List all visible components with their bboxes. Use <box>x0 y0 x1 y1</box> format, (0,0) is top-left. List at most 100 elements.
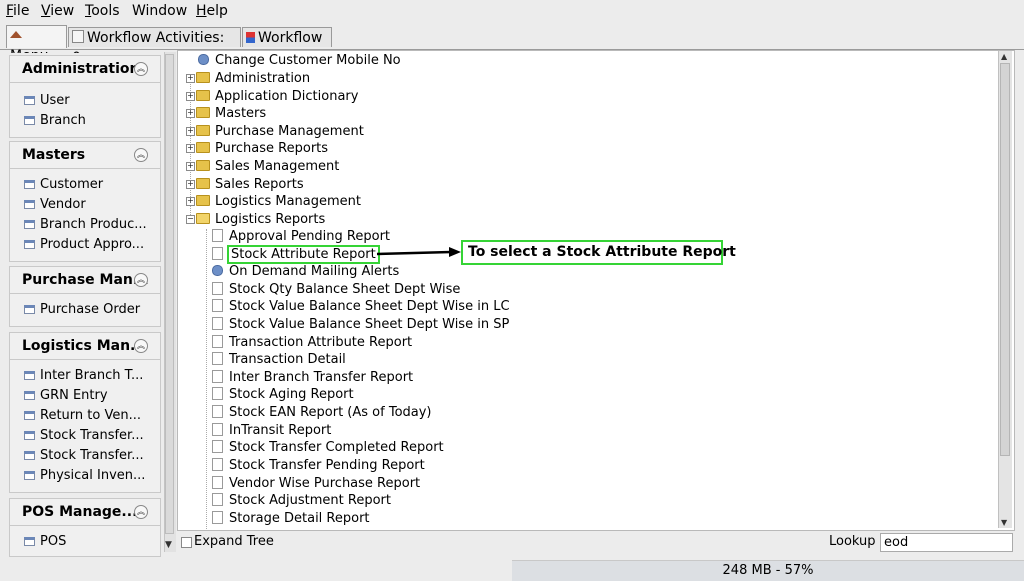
memory-status: 248 MB - 57% <box>512 560 1024 581</box>
tree-folder-masters[interactable]: Masters <box>196 105 266 122</box>
menu-file[interactable]: File <box>6 3 29 19</box>
document-icon <box>212 440 223 453</box>
chevron-down-icon[interactable]: ▼ <box>1001 518 1007 527</box>
document-icon <box>212 387 223 400</box>
document-icon <box>212 511 223 524</box>
tree-node-stock-transfer-pending[interactable]: Stock Transfer Pending Report <box>212 457 425 474</box>
folder-icon <box>196 72 210 83</box>
tree-node-stock-adjustment-report[interactable]: Stock Adjustment Report <box>212 492 391 509</box>
sidebar: Administration ︽ User Branch Masters ︽ Cus… <box>9 53 161 557</box>
lookup-label: Lookup <box>829 534 876 549</box>
tab-workflow-activities[interactable]: Workflow Activities: 0 <box>68 27 241 66</box>
collapse-icon[interactable]: ︽ <box>134 62 148 76</box>
expand-icon[interactable]: + <box>186 109 195 118</box>
document-icon <box>212 247 223 260</box>
expand-icon[interactable]: + <box>186 180 195 189</box>
tree-node-stock-aging-report[interactable]: Stock Aging Report <box>212 386 354 403</box>
sidebar-item-pos[interactable]: POS <box>10 532 160 552</box>
scrollbar-thumb[interactable] <box>165 54 174 534</box>
expand-icon[interactable]: + <box>186 162 195 171</box>
document-icon <box>212 458 223 471</box>
window-icon <box>24 96 35 105</box>
collapse-icon[interactable]: ︽ <box>134 148 148 162</box>
sidebar-section-masters: Masters ︽ Customer Vendor Branch Produc..… <box>9 141 161 262</box>
window-icon <box>24 371 35 380</box>
collapse-icon[interactable]: ︽ <box>134 339 148 353</box>
tree-node-stock-attribute-report[interactable]: Stock Attribute Report <box>212 245 380 264</box>
tree-folder-logistics-reports[interactable]: Logistics Reports <box>196 211 325 228</box>
sidebar-item-grn-entry[interactable]: GRN Entry <box>10 386 160 406</box>
sidebar-item-branch[interactable]: Branch <box>10 111 160 131</box>
tree-node-inter-branch-transfer-report[interactable]: Inter Branch Transfer Report <box>212 369 413 386</box>
tab-bar: Menu Workflow Activities: 0 Workflow <box>0 25 1024 66</box>
expand-icon[interactable]: + <box>186 127 195 136</box>
tree-node-stock-value-balance-lc[interactable]: Stock Value Balance Sheet Dept Wise in L… <box>212 298 510 315</box>
menu-tools[interactable]: Tools <box>85 3 120 19</box>
sidebar-item-stock-transfer-1[interactable]: Stock Transfer... <box>10 426 160 446</box>
gear-icon <box>212 265 223 276</box>
menu-help[interactable]: Help <box>196 3 228 19</box>
section-title: POS Manage... <box>22 504 138 520</box>
menu-bar: File View Tools Window Help <box>0 0 1024 24</box>
tree-folder-purchase-reports[interactable]: Purchase Reports <box>196 140 328 157</box>
lookup-input[interactable] <box>880 533 1013 552</box>
tree-node-on-demand-mailing-alerts[interactable]: On Demand Mailing Alerts <box>212 263 399 280</box>
sidebar-item-branch-product[interactable]: Branch Produc... <box>10 215 160 235</box>
tree-node-approval-pending-report[interactable]: Approval Pending Report <box>212 228 390 245</box>
tree-folder-sales-management[interactable]: Sales Management <box>196 158 339 175</box>
document-icon <box>212 352 223 365</box>
tree-folder-administration[interactable]: Administration <box>196 70 310 87</box>
collapse-icon[interactable]: − <box>186 215 195 224</box>
tree-folder-application-dictionary[interactable]: Application Dictionary <box>196 88 358 105</box>
tree-node-stock-value-balance-sp[interactable]: Stock Value Balance Sheet Dept Wise in S… <box>212 316 509 333</box>
tree-scrollbar[interactable]: ▲ ▼ <box>998 51 1012 528</box>
tree-node-intransit-report[interactable]: InTransit Report <box>212 422 331 439</box>
window-icon <box>24 471 35 480</box>
expand-icon[interactable]: + <box>186 74 195 83</box>
scrollbar-thumb[interactable] <box>1000 63 1010 456</box>
tree-node-transaction-detail[interactable]: Transaction Detail <box>212 351 346 368</box>
tree-node-stock-qty-balance[interactable]: Stock Qty Balance Sheet Dept Wise <box>212 281 460 298</box>
folder-icon <box>196 142 210 153</box>
collapse-icon[interactable]: ︽ <box>134 273 148 287</box>
menu-view[interactable]: View <box>41 3 74 19</box>
chevron-up-icon[interactable]: ▲ <box>1001 52 1007 61</box>
tree-node-transaction-attribute-report[interactable]: Transaction Attribute Report <box>212 334 412 351</box>
sidebar-item-user[interactable]: User <box>10 91 160 111</box>
expand-icon[interactable]: + <box>186 92 195 101</box>
chevron-down-icon[interactable]: ▼ <box>165 540 172 550</box>
window-icon <box>24 240 35 249</box>
collapse-icon[interactable]: ︽ <box>134 505 148 519</box>
menu-window[interactable]: Window <box>132 3 187 19</box>
sidebar-scrollbar[interactable]: ▼ <box>164 52 176 552</box>
sidebar-item-return-to-vendor[interactable]: Return to Ven... <box>10 406 160 426</box>
tree-node-change-customer-mobile[interactable]: Change Customer Mobile No <box>198 52 401 69</box>
sidebar-item-vendor[interactable]: Vendor <box>10 195 160 215</box>
document-icon <box>212 317 223 330</box>
tree-node-vendor-wise-purchase[interactable]: Vendor Wise Purchase Report <box>212 475 420 492</box>
sidebar-item-physical-inventory[interactable]: Physical Inven... <box>10 466 160 486</box>
sidebar-item-customer[interactable]: Customer <box>10 175 160 195</box>
tree-node-stock-ean-report[interactable]: Stock EAN Report (As of Today) <box>212 404 432 421</box>
document-icon <box>212 493 223 506</box>
tree-folder-sales-reports[interactable]: Sales Reports <box>196 176 304 193</box>
sidebar-item-stock-transfer-2[interactable]: Stock Transfer... <box>10 446 160 466</box>
tree-folder-logistics-management[interactable]: Logistics Management <box>196 193 361 210</box>
window-icon <box>24 116 35 125</box>
expand-tree-label: Expand Tree <box>194 534 274 549</box>
window-icon <box>24 391 35 400</box>
sidebar-item-inter-branch[interactable]: Inter Branch T... <box>10 366 160 386</box>
tree-node-storage-detail-report[interactable]: Storage Detail Report <box>212 510 370 527</box>
expand-icon[interactable]: + <box>186 144 195 153</box>
tree-folder-purchase-management[interactable]: Purchase Management <box>196 123 364 140</box>
tab-menu[interactable]: Menu <box>6 25 67 64</box>
sidebar-item-purchase-order[interactable]: Purchase Order <box>10 300 160 320</box>
tree-node-stock-transfer-completed[interactable]: Stock Transfer Completed Report <box>212 439 444 456</box>
expand-icon[interactable]: + <box>186 197 195 206</box>
window-icon <box>24 451 35 460</box>
sidebar-item-product-approval[interactable]: Product Appro... <box>10 235 160 255</box>
tab-workflow[interactable]: Workflow <box>242 27 332 47</box>
window-icon <box>24 220 35 229</box>
expand-tree-checkbox[interactable] <box>181 537 192 548</box>
section-title: Administration <box>22 61 140 77</box>
